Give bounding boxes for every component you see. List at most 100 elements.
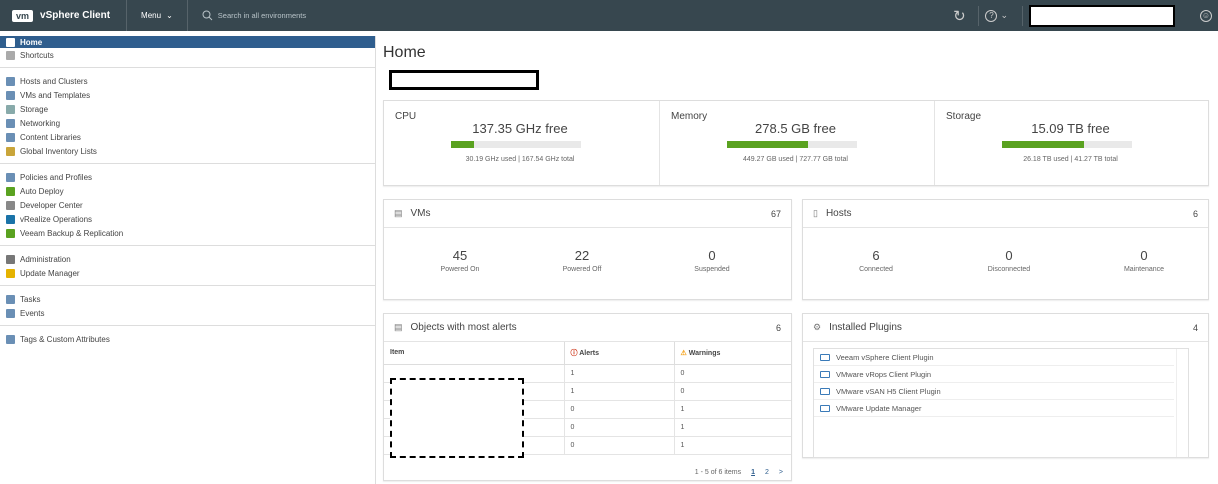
alerts-title: Objects with most alerts	[410, 322, 517, 333]
sidebar-item-administration[interactable]: Administration	[0, 252, 375, 266]
sidebar-item-events[interactable]: Events	[0, 306, 375, 320]
sidebar-item-label: Auto Deploy	[20, 186, 64, 196]
vm-icon: ▤	[394, 208, 403, 218]
nav-divider	[0, 285, 375, 286]
plugin-list: Veeam vSphere Client Plugin VMware vRops …	[813, 348, 1189, 458]
shortcuts-icon	[6, 50, 15, 60]
resource-usage-bar	[727, 141, 857, 148]
stat-label: Powered On	[440, 266, 480, 273]
sidebar-item-tasks[interactable]: Tasks	[0, 292, 375, 306]
pagination: 1 - 5 of 6 items 1 2 >	[695, 469, 783, 476]
menu-label: Menu	[141, 11, 162, 20]
sidebar-item-auto-deploy[interactable]: Auto Deploy	[0, 184, 375, 198]
sidebar-item-veeam-backup-replication[interactable]: Veeam Backup & Replication	[0, 226, 375, 240]
veeam-icon	[6, 228, 15, 238]
list-item[interactable]: VMware vSAN H5 Client Plugin	[814, 383, 1174, 400]
sidebar-item-label: Networking	[20, 118, 61, 128]
stat-value: 0	[708, 248, 716, 263]
sidebar-item-update-manager[interactable]: Update Manager	[0, 266, 375, 280]
navigator-sidebar: Home Shortcuts Hosts and Clusters VMs and T…	[0, 36, 376, 484]
stat-value: 22	[574, 248, 590, 263]
refresh-icon[interactable]: ↻	[946, 7, 972, 25]
stat-powered-on[interactable]: 45 Powered On	[400, 248, 520, 273]
resources-card: CPU 137.35 GHz free 30.19 GHz used | 167.5…	[383, 100, 1209, 186]
sidebar-item-label: Shortcuts	[20, 50, 54, 60]
list-item[interactable]: VMware Update Manager	[814, 400, 1174, 417]
sidebar-item-label: Update Manager	[20, 268, 80, 278]
user-menu-redacted[interactable]	[1029, 4, 1175, 27]
nav-divider	[0, 325, 375, 326]
plugin-name: VMware Update Manager	[836, 403, 922, 413]
stat-suspended[interactable]: 0 Suspended	[652, 248, 772, 273]
list-item[interactable]: VMware vRops Client Plugin	[814, 366, 1174, 383]
app-title: vSphere Client	[40, 10, 111, 21]
nav-divider	[0, 67, 375, 68]
storage-icon	[6, 104, 15, 114]
stat-disconnected[interactable]: 0 Disconnected	[949, 248, 1069, 273]
stat-value: 6	[872, 248, 880, 263]
resource-free: 137.35 GHz free	[472, 121, 568, 136]
sidebar-item-vrealize-operations[interactable]: vRealize Operations	[0, 212, 375, 226]
sidebar-item-vms-and-templates[interactable]: VMs and Templates	[0, 88, 375, 102]
sidebar-item-developer-center[interactable]: Developer Center	[0, 198, 375, 212]
sidebar-item-hosts-and-clusters[interactable]: Hosts and Clusters	[0, 74, 375, 88]
cell-warnings: 1	[673, 418, 791, 437]
list-item[interactable]: Veeam vSphere Client Plugin	[814, 349, 1174, 366]
vms-title: VMs	[410, 208, 431, 219]
header-divider	[978, 5, 980, 26]
plugins-count: 4	[1192, 322, 1198, 333]
alert-icon: ⓘ	[570, 349, 580, 357]
stat-powered-off[interactable]: 22 Powered Off	[522, 248, 642, 273]
app-logo[interactable]: vm vSphere Client	[0, 0, 128, 31]
sidebar-item-label: Home	[20, 37, 43, 47]
sidebar-item-content-libraries[interactable]: Content Libraries	[0, 130, 375, 144]
col-alerts[interactable]: ⓘ Alerts	[563, 342, 674, 365]
tag-icon	[6, 334, 15, 344]
redacted-items	[390, 378, 524, 458]
sidebar-item-storage[interactable]: Storage	[0, 102, 375, 116]
home-icon	[6, 37, 15, 47]
resource-free: 15.09 TB free	[1031, 121, 1110, 136]
sidebar-item-label: vRealize Operations	[20, 214, 93, 224]
top-header: vm vSphere Client Menu ⌄ Search in all e…	[0, 0, 1218, 31]
feedback-icon[interactable]: ☺	[1200, 9, 1212, 22]
help-button[interactable]: ? ⌄	[985, 9, 1008, 22]
folder-icon	[820, 370, 830, 378]
resource-usage-fill	[727, 141, 808, 148]
scrollbar[interactable]	[1176, 349, 1188, 457]
plugin-name: VMware vSAN H5 Client Plugin	[836, 386, 941, 396]
stat-connected[interactable]: 6 Connected	[816, 248, 936, 273]
stat-maintenance[interactable]: 0 Maintenance	[1084, 248, 1204, 273]
stat-label: Disconnected	[987, 266, 1031, 273]
vm-logo: vm	[12, 9, 34, 22]
resource-usage-bar	[1002, 141, 1132, 148]
folder-icon	[820, 353, 830, 361]
sidebar-item-tags-custom-attributes[interactable]: Tags & Custom Attributes	[0, 332, 375, 346]
nav-divider	[0, 245, 375, 246]
sidebar-item-policies-and-profiles[interactable]: Policies and Profiles	[0, 170, 375, 184]
sidebar-item-home[interactable]: Home	[0, 36, 375, 48]
sidebar-item-shortcuts[interactable]: Shortcuts	[0, 48, 375, 62]
deploy-icon	[6, 186, 15, 196]
plugin-name: VMware vRops Client Plugin	[836, 369, 932, 379]
global-search[interactable]: Search in all environments	[188, 10, 306, 21]
col-item[interactable]: Item	[384, 342, 564, 365]
search-icon	[202, 10, 213, 21]
sidebar-item-networking[interactable]: Networking	[0, 116, 375, 130]
menu-dropdown[interactable]: Menu ⌄	[127, 0, 188, 31]
hosts-icon	[6, 76, 15, 86]
cell-alerts: 0	[563, 400, 674, 419]
redacted-subtitle	[389, 70, 539, 90]
next-page[interactable]: >	[779, 469, 783, 476]
header-divider	[1022, 5, 1023, 26]
help-icon: ?	[985, 9, 998, 22]
page-title: Home	[383, 44, 426, 61]
cell-warnings: 0	[673, 364, 791, 383]
page-1[interactable]: 1	[751, 469, 755, 476]
hosts-title: Hosts	[825, 208, 852, 219]
sidebar-item-global-inventory-lists[interactable]: Global Inventory Lists	[0, 144, 375, 158]
cell-alerts: 0	[563, 436, 674, 455]
page-2[interactable]: 2	[765, 469, 769, 476]
col-warnings[interactable]: ⚠ Warnings	[673, 342, 791, 365]
hosts-card: ▯ Hosts 6 6 Connected 0 Disconnected 0 Mainte…	[802, 199, 1209, 300]
